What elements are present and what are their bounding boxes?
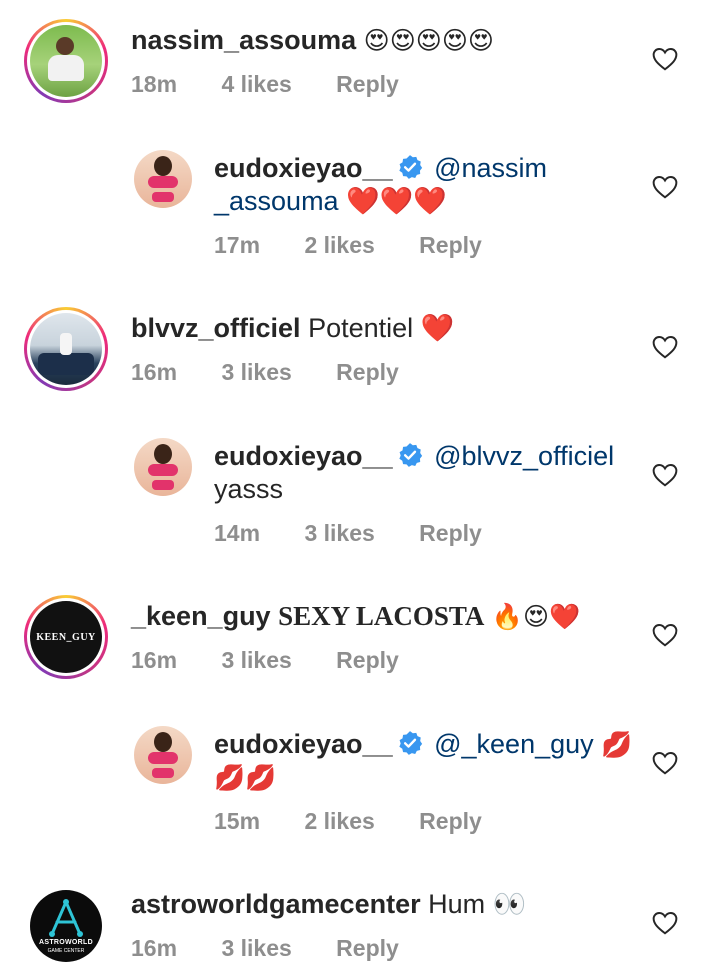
verified-badge-icon: [398, 731, 422, 755]
heart-outline-icon[interactable]: [652, 911, 678, 935]
timestamp: 14m: [214, 520, 261, 546]
comment-item: ASTROWORLD GAME CENTER astroworldgamecen…: [0, 866, 720, 972]
verified-badge-icon: [398, 155, 422, 179]
likes-count[interactable]: 3 likes: [221, 647, 291, 673]
comment-meta: 18m 4 likes Reply: [131, 71, 437, 98]
reply-button[interactable]: Reply: [336, 647, 399, 673]
avatar-logo-text: ASTROWORLD: [39, 939, 93, 946]
username[interactable]: eudoxieyao__: [214, 153, 393, 183]
comment-meta: 15m 2 likes Reply: [214, 808, 520, 835]
comment-text: _keen_guy SEXY LACOSTA 🔥😍❤️: [131, 601, 581, 631]
username[interactable]: eudoxieyao__: [214, 729, 393, 759]
heart-outline-icon[interactable]: [652, 335, 678, 359]
comment-meta: 16m 3 likes Reply: [131, 647, 437, 674]
reply-button[interactable]: Reply: [336, 71, 399, 97]
timestamp: 16m: [131, 935, 178, 961]
likes-count[interactable]: 4 likes: [221, 71, 291, 97]
avatar[interactable]: KEEN_GUY: [24, 595, 108, 679]
comment-item: blvvz_officiel Potentiel ❤️ 16m 3 likes …: [0, 290, 720, 418]
heart-outline-icon[interactable]: [652, 463, 678, 487]
comment-text: eudoxieyao__ @nassim: [214, 152, 547, 185]
mention-link[interactable]: @nassim: [434, 153, 547, 183]
comment-meta: 17m 2 likes Reply: [214, 232, 520, 259]
comment-meta: 14m 3 likes Reply: [214, 520, 520, 547]
avatar[interactable]: [24, 307, 108, 391]
comment-text: eudoxieyao__ @blvvz_officiel: [214, 440, 614, 473]
comment-reply-item: eudoxieyao__ @blvvz_officiel yasss 14m 3…: [0, 418, 720, 578]
timestamp: 17m: [214, 232, 261, 258]
comment-meta: 16m 3 likes Reply: [131, 359, 437, 386]
avatar-logo-subtext: GAME CENTER: [47, 948, 85, 954]
reply-button[interactable]: Reply: [419, 232, 482, 258]
avatar[interactable]: [134, 150, 192, 208]
mention-link[interactable]: @_keen_guy: [434, 729, 594, 759]
avatar[interactable]: [134, 438, 192, 496]
likes-count[interactable]: 2 likes: [304, 232, 374, 258]
comment-text-continued: _assouma ❤️❤️❤️: [214, 186, 447, 216]
comment-item: KEEN_GUY _keen_guy SEXY LACOSTA 🔥😍❤️ 16m…: [0, 578, 720, 706]
likes-count[interactable]: 3 likes: [221, 935, 291, 961]
avatar-logo-text: KEEN_GUY: [36, 631, 96, 643]
reply-button[interactable]: Reply: [336, 935, 399, 961]
timestamp: 16m: [131, 359, 178, 385]
heart-outline-icon[interactable]: [652, 623, 678, 647]
username[interactable]: blvvz_officiel: [131, 313, 301, 343]
avatar[interactable]: ASTROWORLD GAME CENTER: [30, 890, 102, 962]
comment-item: nassim_assouma 😍😍😍😍😍 18m 4 likes Reply: [0, 0, 720, 130]
heart-outline-icon[interactable]: [652, 175, 678, 199]
reply-button[interactable]: Reply: [419, 520, 482, 546]
comment-text: nassim_assouma 😍😍😍😍😍: [131, 25, 494, 55]
comment-text: eudoxieyao__ @_keen_guy 💋: [214, 729, 633, 759]
username[interactable]: eudoxieyao__: [214, 441, 393, 471]
comment-text-continued: 💋💋: [214, 764, 277, 792]
username[interactable]: _keen_guy: [131, 601, 271, 631]
comment-reply-item: eudoxieyao__ @_keen_guy 💋 💋💋 15m 2 likes…: [0, 706, 720, 866]
timestamp: 16m: [131, 647, 178, 673]
timestamp: 15m: [214, 808, 261, 834]
likes-count[interactable]: 2 likes: [304, 808, 374, 834]
username[interactable]: nassim_assouma: [131, 25, 356, 55]
comment-reply-item: eudoxieyao__ @nassim _assouma ❤️❤️❤️ 17m…: [0, 130, 720, 290]
reply-button[interactable]: Reply: [336, 359, 399, 385]
comment-text: astroworldgamecenter Hum 👀: [131, 889, 527, 919]
username[interactable]: astroworldgamecenter: [131, 889, 421, 919]
comment-meta: 16m 3 likes Reply: [131, 935, 437, 962]
likes-count[interactable]: 3 likes: [221, 359, 291, 385]
comment-text-continued: yasss: [214, 474, 284, 504]
mention-link[interactable]: @blvvz_officiel: [434, 441, 614, 471]
heart-outline-icon[interactable]: [652, 751, 678, 775]
verified-badge-icon: [398, 443, 422, 467]
comment-text: blvvz_officiel Potentiel ❤️: [131, 313, 455, 343]
likes-count[interactable]: 3 likes: [304, 520, 374, 546]
reply-button[interactable]: Reply: [419, 808, 482, 834]
avatar[interactable]: [134, 726, 192, 784]
heart-outline-icon[interactable]: [652, 47, 678, 71]
timestamp: 18m: [131, 71, 178, 97]
avatar[interactable]: [24, 19, 108, 103]
